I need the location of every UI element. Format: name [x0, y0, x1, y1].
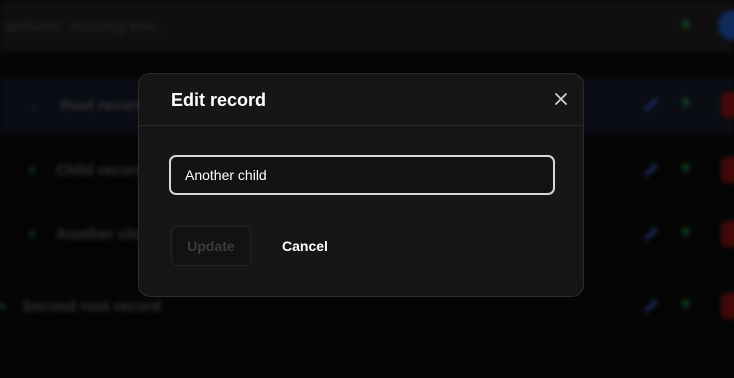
dialog-title: Edit record [171, 90, 267, 110]
update-button[interactable]: Update [171, 226, 251, 266]
dialog-header: Edit record [139, 74, 583, 126]
edit-record-dialog: Edit record Update Cancel [138, 73, 584, 297]
close-icon[interactable] [553, 91, 569, 107]
page: r attributes, including their... + ⌄ Roo… [0, 0, 734, 378]
cancel-button[interactable]: Cancel [267, 226, 343, 266]
record-name-input[interactable] [169, 155, 555, 195]
